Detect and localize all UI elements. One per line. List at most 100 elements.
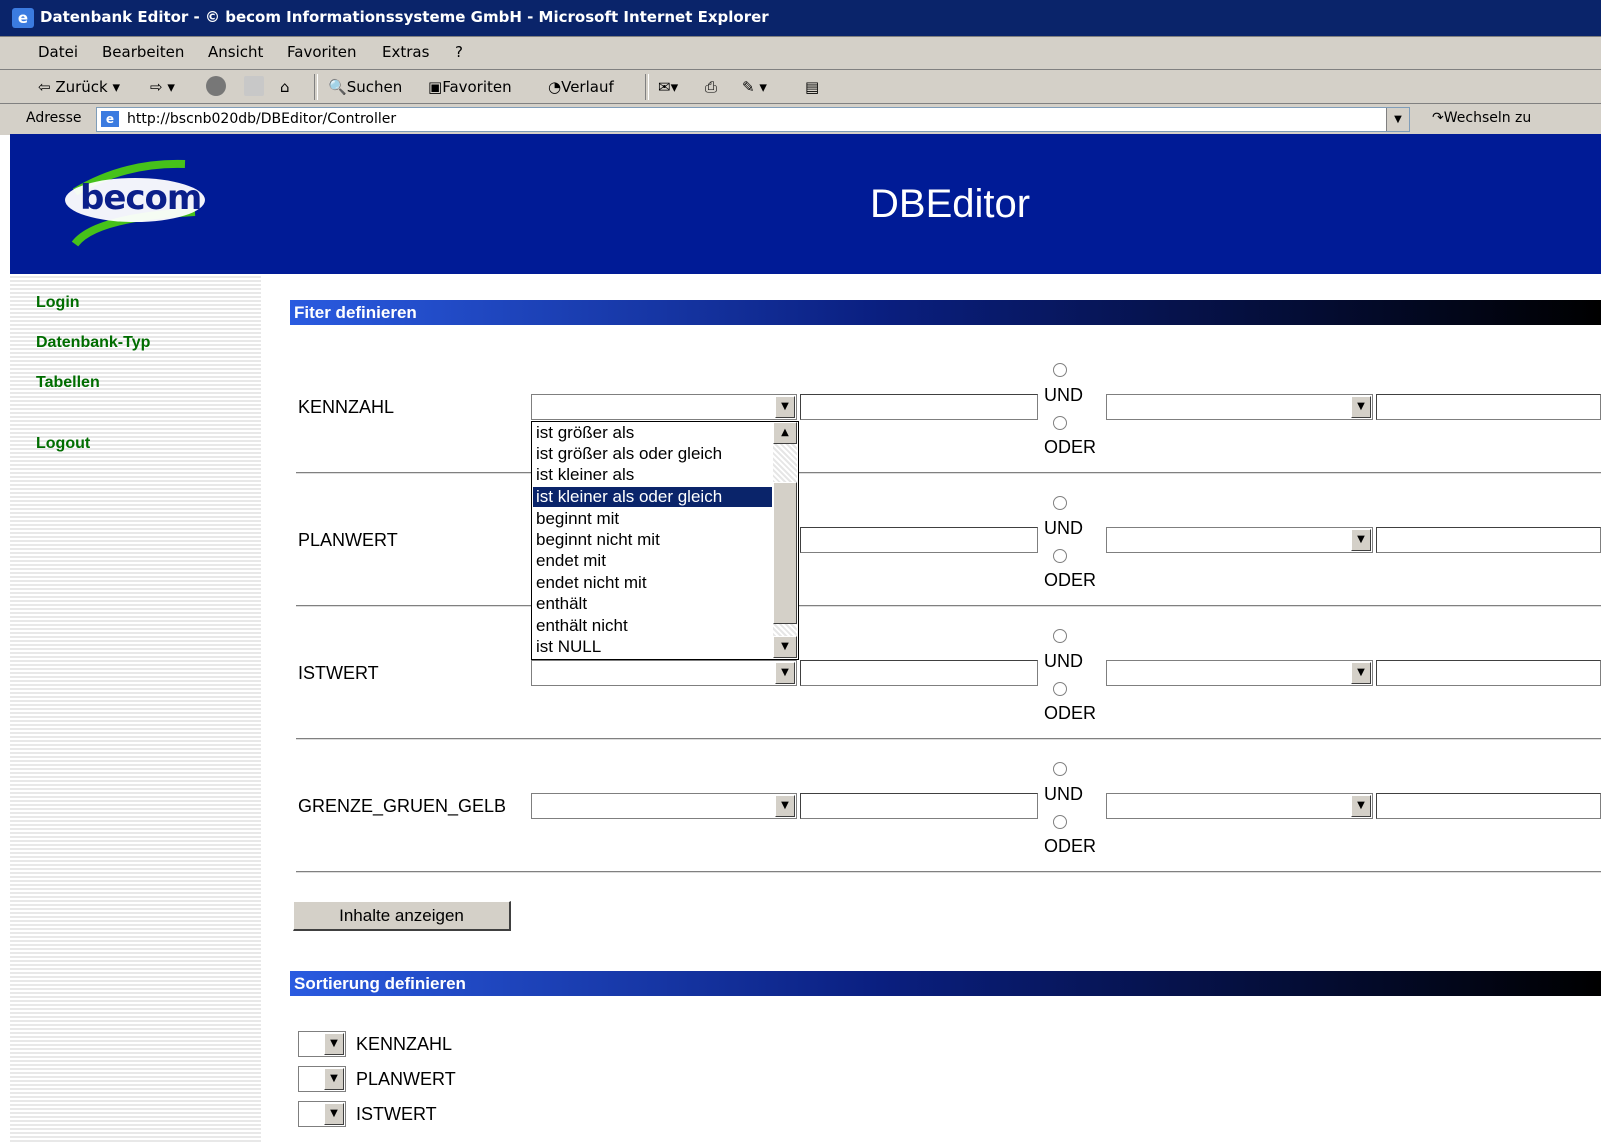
page-header: becom DBEditor (10, 134, 1601, 274)
filter-field-label: ISTWERT (298, 663, 379, 683)
favorites-button[interactable]: ▣Favoriten (428, 78, 512, 96)
address-url: http://bscnb020db/DBEditor/Controller (127, 111, 397, 127)
ie-icon: e (12, 8, 34, 28)
search-button[interactable]: 🔍Suchen (328, 78, 402, 96)
operator-select-2[interactable]: ▼ (1106, 793, 1373, 819)
page-title: DBEditor (870, 182, 1031, 226)
edit-icon[interactable]: ✎ ▾ (742, 78, 767, 96)
operator-select[interactable]: ▼ (531, 394, 797, 420)
divider (296, 605, 1601, 607)
dropdown-option[interactable]: beginnt mit (536, 509, 619, 529)
menu-ansicht[interactable]: Ansicht (208, 43, 263, 61)
dropdown-option[interactable]: ist NULL (536, 637, 601, 657)
show-contents-button[interactable]: Inhalte anzeigen (293, 901, 511, 931)
discuss-icon[interactable]: ▤ (805, 78, 819, 96)
chevron-down-icon: ▼ (1351, 662, 1371, 684)
und-radio[interactable] (1053, 629, 1067, 643)
chevron-down-icon: ▼ (324, 1068, 344, 1090)
address-label: Adresse (26, 110, 82, 126)
und-label: UND (1044, 518, 1083, 538)
toolbar-separator (645, 74, 649, 100)
sort-field-label: ISTWERT (356, 1104, 437, 1124)
oder-radio[interactable] (1053, 815, 1067, 829)
operator-select-2[interactable]: ▼ (1106, 660, 1373, 686)
dropdown-option[interactable]: ist kleiner als (536, 465, 634, 485)
filter-field-label: KENNZAHL (298, 397, 395, 417)
filter-field-label: PLANWERT (298, 530, 398, 550)
scroll-thumb[interactable] (773, 482, 797, 624)
oder-radio[interactable] (1053, 682, 1067, 696)
oder-label: ODER (1044, 570, 1097, 590)
chevron-down-icon: ▼ (324, 1033, 344, 1055)
menu-datei[interactable]: Datei (38, 43, 78, 61)
history-button[interactable]: ◔Verlauf (548, 78, 614, 96)
dropdown-scrollbar[interactable]: ▲ ▼ (773, 422, 797, 658)
mail-icon[interactable]: ✉▾ (658, 78, 678, 96)
menu-extras[interactable]: Extras (382, 43, 429, 61)
dropdown-option[interactable]: ist größer als oder gleich (536, 444, 722, 464)
menu-bearbeiten[interactable]: Bearbeiten (102, 43, 184, 61)
filter-value-input-2[interactable] (1376, 660, 1601, 686)
sort-order-select[interactable]: ▼ (298, 1101, 346, 1127)
dropdown-option[interactable]: beginnt nicht mit (536, 530, 660, 550)
toolbar-separator (314, 74, 318, 100)
stop-icon[interactable] (206, 76, 226, 96)
chevron-down-icon: ▼ (1351, 529, 1371, 551)
logo: becom (55, 152, 215, 252)
sidebar-item-logout[interactable]: Logout (36, 435, 90, 453)
favorites-label: Favoriten (442, 78, 512, 96)
filter-value-input-2[interactable] (1376, 394, 1601, 420)
oder-label: ODER (1044, 437, 1097, 457)
und-label: UND (1044, 385, 1083, 405)
oder-label: ODER (1044, 836, 1097, 856)
sort-order-select[interactable]: ▼ (298, 1066, 346, 1092)
back-button[interactable]: ⇦ Zurück ▾ (38, 78, 120, 96)
address-input[interactable]: e http://bscnb020db/DBEditor/Controller … (96, 107, 1410, 132)
address-dropdown-icon[interactable]: ▼ (1386, 108, 1409, 131)
oder-radio[interactable] (1053, 416, 1067, 430)
operator-select-2[interactable]: ▼ (1106, 527, 1373, 553)
menu-help[interactable]: ? (455, 43, 463, 61)
filter-value-input[interactable] (800, 793, 1038, 819)
dropdown-option[interactable]: ist größer als (536, 423, 634, 443)
dropdown-option[interactable]: enthält (536, 594, 587, 614)
chevron-down-icon: ▼ (775, 662, 795, 684)
window-title: Datenbank Editor - © becom Informationss… (40, 8, 769, 26)
und-radio[interactable] (1053, 496, 1067, 510)
scroll-up-icon[interactable]: ▲ (773, 422, 797, 444)
sidebar-item-login[interactable]: Login (36, 294, 80, 312)
filter-value-input-2[interactable] (1376, 793, 1601, 819)
sidebar-item-tabellen[interactable]: Tabellen (36, 374, 100, 392)
dropdown-option[interactable]: endet mit (536, 551, 606, 571)
forward-button[interactable]: ⇨ ▾ (150, 78, 175, 96)
refresh-icon[interactable] (244, 76, 264, 96)
sort-field-label: KENNZAHL (356, 1034, 453, 1054)
oder-radio[interactable] (1053, 549, 1067, 563)
menu-favoriten[interactable]: Favoriten (287, 43, 356, 61)
chevron-down-icon: ▼ (1351, 795, 1371, 817)
back-label: Zurück (55, 78, 108, 96)
und-radio[interactable] (1053, 762, 1067, 776)
sidebar-item-datenbank-typ[interactable]: Datenbank-Typ (36, 334, 150, 352)
operator-select[interactable]: ▼ (531, 793, 797, 819)
go-label: Wechseln zu (1443, 110, 1532, 126)
page-icon: e (101, 111, 119, 127)
print-icon[interactable]: ⎙ (705, 78, 717, 96)
history-label: Verlauf (561, 78, 614, 96)
filter-value-input-2[interactable] (1376, 527, 1601, 553)
go-button[interactable]: ↷Wechseln zu (1432, 110, 1531, 126)
filter-value-input[interactable] (800, 660, 1038, 686)
operator-select[interactable]: ▼ (531, 660, 797, 686)
filter-heading: Fiter definieren (290, 300, 1601, 325)
home-icon[interactable]: ⌂ (280, 78, 290, 96)
filter-value-input[interactable] (800, 527, 1038, 553)
dropdown-option-selected[interactable]: ist kleiner als oder gleich (533, 487, 772, 507)
scroll-down-icon[interactable]: ▼ (773, 636, 797, 658)
dropdown-option[interactable]: endet nicht mit (536, 573, 647, 593)
operator-dropdown-list[interactable]: ist größer als ist größer als oder gleic… (531, 421, 799, 660)
dropdown-option[interactable]: enthält nicht (536, 616, 628, 636)
operator-select-2[interactable]: ▼ (1106, 394, 1373, 420)
filter-value-input[interactable] (800, 394, 1038, 420)
sort-order-select[interactable]: ▼ (298, 1031, 346, 1057)
und-radio[interactable] (1053, 363, 1067, 377)
